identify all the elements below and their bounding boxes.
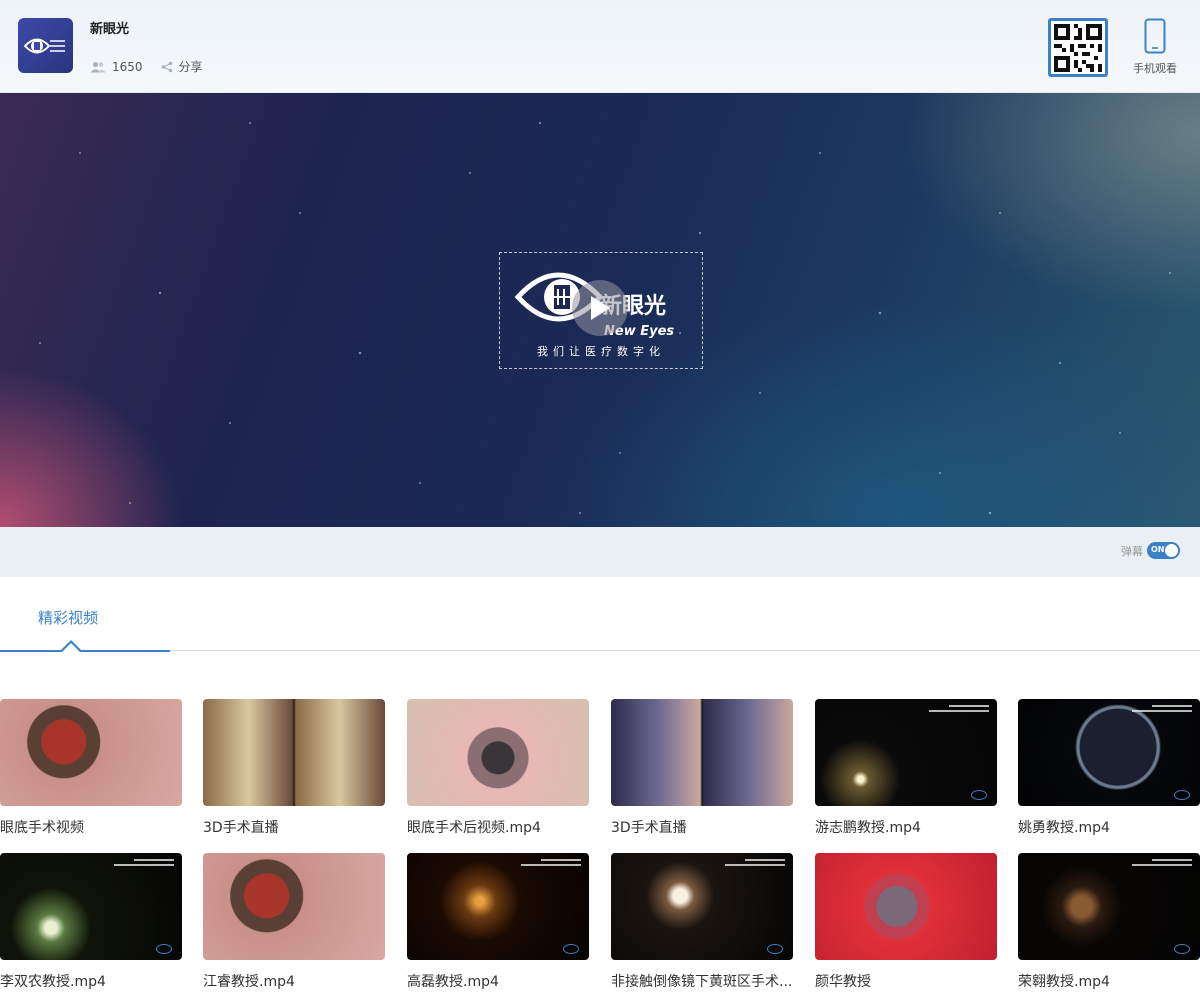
- eye-watermark-icon: [563, 944, 579, 954]
- video-title[interactable]: 眼底手术视频: [0, 817, 182, 837]
- qr-code-button[interactable]: [1048, 18, 1108, 77]
- video-title[interactable]: 游志鹏教授.mp4: [815, 817, 997, 837]
- video-title[interactable]: 3D手术直播: [203, 817, 385, 837]
- video-card[interactable]: 高磊教授.mp4: [407, 853, 589, 991]
- video-card[interactable]: 眼底手术后视频.mp4: [407, 699, 589, 837]
- video-card[interactable]: 游志鹏教授.mp4: [815, 699, 997, 837]
- video-title[interactable]: 李双农教授.mp4: [0, 971, 182, 991]
- video-card[interactable]: 姚勇教授.mp4: [1018, 699, 1200, 837]
- video-thumbnail[interactable]: [1018, 699, 1200, 806]
- danmu-control: 弹幕 ON: [1121, 542, 1180, 559]
- video-thumbnail[interactable]: [1018, 853, 1200, 960]
- video-card[interactable]: 3D手术直播: [611, 699, 793, 837]
- thumbnail-caption-overlay: [929, 705, 989, 715]
- tab-label: 精彩视频: [38, 609, 99, 627]
- video-thumbnail[interactable]: [203, 853, 385, 960]
- video-title[interactable]: 3D手术直播: [611, 817, 793, 837]
- thumbnail-caption-overlay: [521, 859, 581, 869]
- video-player[interactable]: 新眼光 New Eyes 我们让医疗数字化: [0, 93, 1200, 527]
- video-title[interactable]: 颜华教授: [815, 971, 997, 991]
- video-thumbnail[interactable]: [611, 853, 793, 960]
- content-tabs: 精彩视频: [0, 577, 1200, 652]
- channel-meta: 1650 分享: [90, 58, 221, 75]
- eye-watermark-icon: [767, 944, 783, 954]
- channel-logo[interactable]: [18, 18, 73, 73]
- share-button[interactable]: 分享: [161, 58, 203, 75]
- mobile-phone-icon: [1144, 18, 1166, 54]
- thumbnail-caption-overlay: [725, 859, 785, 869]
- video-card[interactable]: 荣翱教授.mp4: [1018, 853, 1200, 991]
- thumbnail-caption-overlay: [1132, 705, 1192, 715]
- play-button[interactable]: [572, 280, 628, 336]
- qr-code-icon: [1054, 23, 1102, 72]
- eye-logo-icon: [23, 38, 65, 53]
- video-title[interactable]: 眼底手术后视频.mp4: [407, 817, 589, 837]
- video-thumbnail[interactable]: [815, 853, 997, 960]
- danmu-label: 弹幕: [1121, 544, 1143, 558]
- eye-watermark-icon: [971, 790, 987, 800]
- video-title[interactable]: 高磊教授.mp4: [407, 971, 589, 991]
- share-icon: [161, 61, 172, 72]
- video-card[interactable]: 3D手术直播: [203, 699, 385, 837]
- video-title[interactable]: 江睿教授.mp4: [203, 971, 385, 991]
- danmu-toggle-state: ON: [1151, 545, 1165, 554]
- poster-slogan: 我们让医疗数字化: [537, 345, 665, 358]
- video-thumbnail[interactable]: [815, 699, 997, 806]
- eye-watermark-icon: [156, 944, 172, 954]
- video-thumbnail[interactable]: [407, 853, 589, 960]
- thumbnail-caption-overlay: [114, 859, 174, 869]
- viewer-count-value: 1650: [112, 59, 143, 74]
- users-icon: [90, 61, 106, 72]
- player-controls-bar: 弹幕 ON: [0, 527, 1200, 577]
- channel-name: 新眼光: [90, 22, 130, 37]
- viewer-count: 1650: [90, 60, 143, 74]
- video-title[interactable]: 非接触倒像镜下黄斑区手术...: [611, 971, 793, 991]
- video-thumbnail[interactable]: [611, 699, 793, 806]
- mobile-watch-label: 手机观看: [1133, 62, 1177, 75]
- video-thumbnail[interactable]: [0, 853, 182, 960]
- mobile-watch-button[interactable]: 手机观看: [1128, 18, 1182, 80]
- video-title[interactable]: 姚勇教授.mp4: [1018, 817, 1200, 837]
- eye-watermark-icon: [1174, 944, 1190, 954]
- channel-header: 新眼光 1650 分享 手机观看: [0, 0, 1200, 93]
- video-thumbnail[interactable]: [203, 699, 385, 806]
- video-card[interactable]: 颜华教授: [815, 853, 997, 991]
- video-card[interactable]: 江睿教授.mp4: [203, 853, 385, 991]
- video-card[interactable]: 李双农教授.mp4: [0, 853, 182, 991]
- thumbnail-caption-overlay: [1132, 859, 1192, 869]
- video-title[interactable]: 荣翱教授.mp4: [1018, 971, 1200, 991]
- tab-notch: [62, 643, 80, 652]
- video-thumbnail[interactable]: [0, 699, 182, 806]
- play-icon: [591, 296, 610, 320]
- eye-watermark-icon: [1174, 790, 1190, 800]
- video-thumbnail[interactable]: [407, 699, 589, 806]
- danmu-toggle-knob: [1165, 544, 1178, 557]
- danmu-toggle[interactable]: ON: [1147, 542, 1180, 559]
- video-card[interactable]: 眼底手术视频: [0, 699, 182, 837]
- share-label: 分享: [178, 60, 203, 74]
- tab-featured-videos[interactable]: 精彩视频: [0, 577, 170, 652]
- tab-active-underline: [0, 650, 170, 652]
- video-card[interactable]: 非接触倒像镜下黄斑区手术...: [611, 853, 793, 991]
